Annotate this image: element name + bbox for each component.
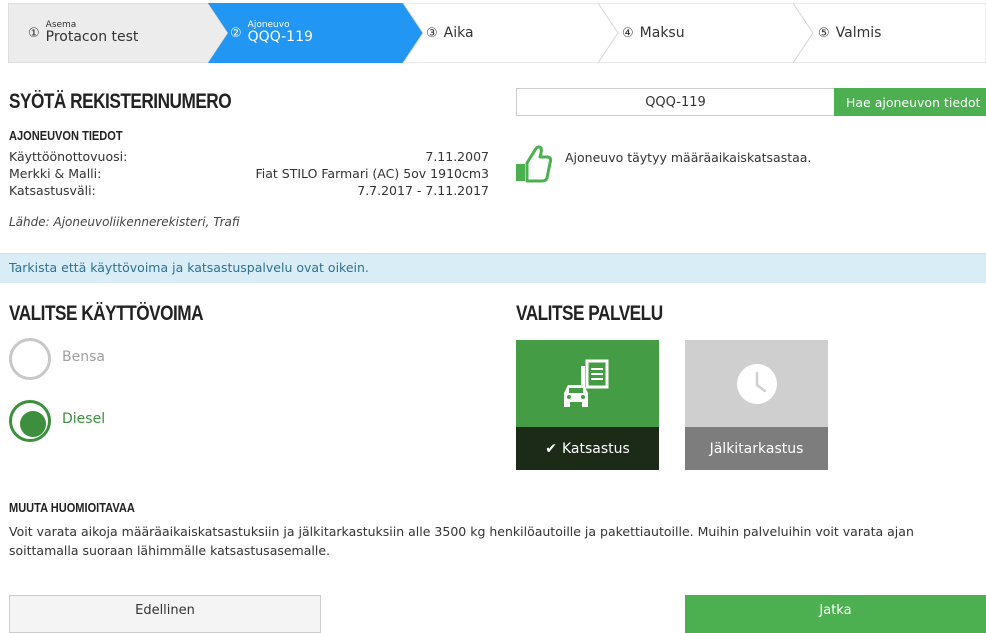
service-heading: VALITSE PALVELU — [516, 302, 663, 325]
step-done[interactable]: ⑤ Valmis — [818, 3, 881, 63]
step-station[interactable]: ① Asema Protacon test — [28, 3, 138, 63]
service-tile-reinspection[interactable]: Jälkitarkastus — [685, 340, 828, 470]
step-number: ③ — [426, 25, 438, 41]
info-value: Fiat STILO Farmari (AC) 5ov 1910cm3 — [255, 166, 490, 181]
tile-label: Jälkitarkastus — [709, 440, 804, 457]
step-payment[interactable]: ④ Maksu — [622, 3, 685, 63]
step-label: Valmis — [835, 25, 882, 41]
service-tile-inspection[interactable]: ✔ Katsastus — [516, 340, 659, 470]
radio-label: Bensa — [62, 349, 105, 365]
car-document-icon — [564, 359, 609, 407]
vehicle-info-row: Katsastusväli: 7.7.2017 - 7.11.2017 — [9, 183, 489, 199]
step-number: ⑤ — [818, 25, 830, 41]
radio-label: Diesel — [62, 411, 106, 427]
radio-circle[interactable] — [9, 338, 51, 380]
progress-stepper: ① Asema Protacon test ② Ajoneuvo QQQ-119… — [8, 3, 986, 63]
step-number: ④ — [622, 25, 634, 41]
radio-circle[interactable] — [9, 400, 51, 442]
step-label: Protacon test — [45, 29, 139, 46]
inspection-result-text: Ajoneuvo täytyy määräaikaiskatsastaa. — [565, 150, 812, 165]
fuel-heading: VALITSE KÄYTTÖVOIMA — [9, 302, 204, 325]
clock-icon — [737, 364, 777, 404]
notes-text: Voit varata aikoja määräaikaiskatsastuks… — [9, 524, 914, 558]
tile-icon-area — [516, 340, 659, 427]
fuel-option-petrol[interactable]: Bensa — [9, 338, 209, 380]
step-number: ② — [230, 25, 242, 41]
tile-label-bar: Jälkitarkastus — [685, 427, 828, 470]
notes-heading: MUUTA HUOMIOITAVAA — [9, 500, 135, 515]
fetch-vehicle-button[interactable]: Hae ajoneuvon tiedot — [834, 88, 986, 116]
registration-input[interactable] — [516, 88, 834, 116]
continue-button[interactable]: Jatka — [685, 595, 986, 633]
tile-label-bar: ✔ Katsastus — [516, 427, 659, 470]
thumbs-up-icon — [516, 145, 553, 183]
step-time[interactable]: ③ Aika — [426, 3, 474, 63]
check-icon: ✔ — [545, 440, 557, 457]
vehicle-info-row: Käyttöönottovuosi: 7.11.2007 — [9, 149, 489, 165]
step-label: Maksu — [639, 25, 685, 41]
vehicle-info-heading: AJONEUVON TIEDOT — [9, 128, 123, 143]
info-value: 7.7.2017 - 7.11.2017 — [357, 183, 489, 198]
tile-icon-area — [685, 340, 828, 427]
info-alert: Tarkista että käyttövoima ja katsastuspa… — [0, 253, 986, 283]
radio-dot — [20, 411, 46, 437]
step-label: Aika — [443, 25, 474, 41]
step-label: QQQ-119 — [247, 29, 313, 46]
tile-label: Katsastus — [561, 440, 630, 457]
alert-text: Tarkista että käyttövoima ja katsastuspa… — [9, 260, 369, 275]
step-vehicle[interactable]: ② Ajoneuvo QQQ-119 — [230, 3, 313, 63]
step-number: ① — [28, 25, 40, 41]
fuel-option-diesel[interactable]: Diesel — [9, 400, 209, 442]
vehicle-info-row: Merkki & Malli: Fiat STILO Farmari (AC) … — [9, 166, 489, 182]
data-source-note: Lähde: Ajoneuvoliikennerekisteri, Trafi — [9, 215, 240, 229]
info-value: 7.11.2007 — [425, 149, 489, 164]
registration-heading: SYÖTÄ REKISTERINUMERO — [9, 90, 232, 113]
info-label: Katsastusväli: — [9, 183, 96, 198]
info-label: Käyttöönottovuosi: — [9, 149, 128, 164]
info-label: Merkki & Malli: — [9, 166, 102, 181]
previous-button[interactable]: Edellinen — [9, 595, 321, 633]
